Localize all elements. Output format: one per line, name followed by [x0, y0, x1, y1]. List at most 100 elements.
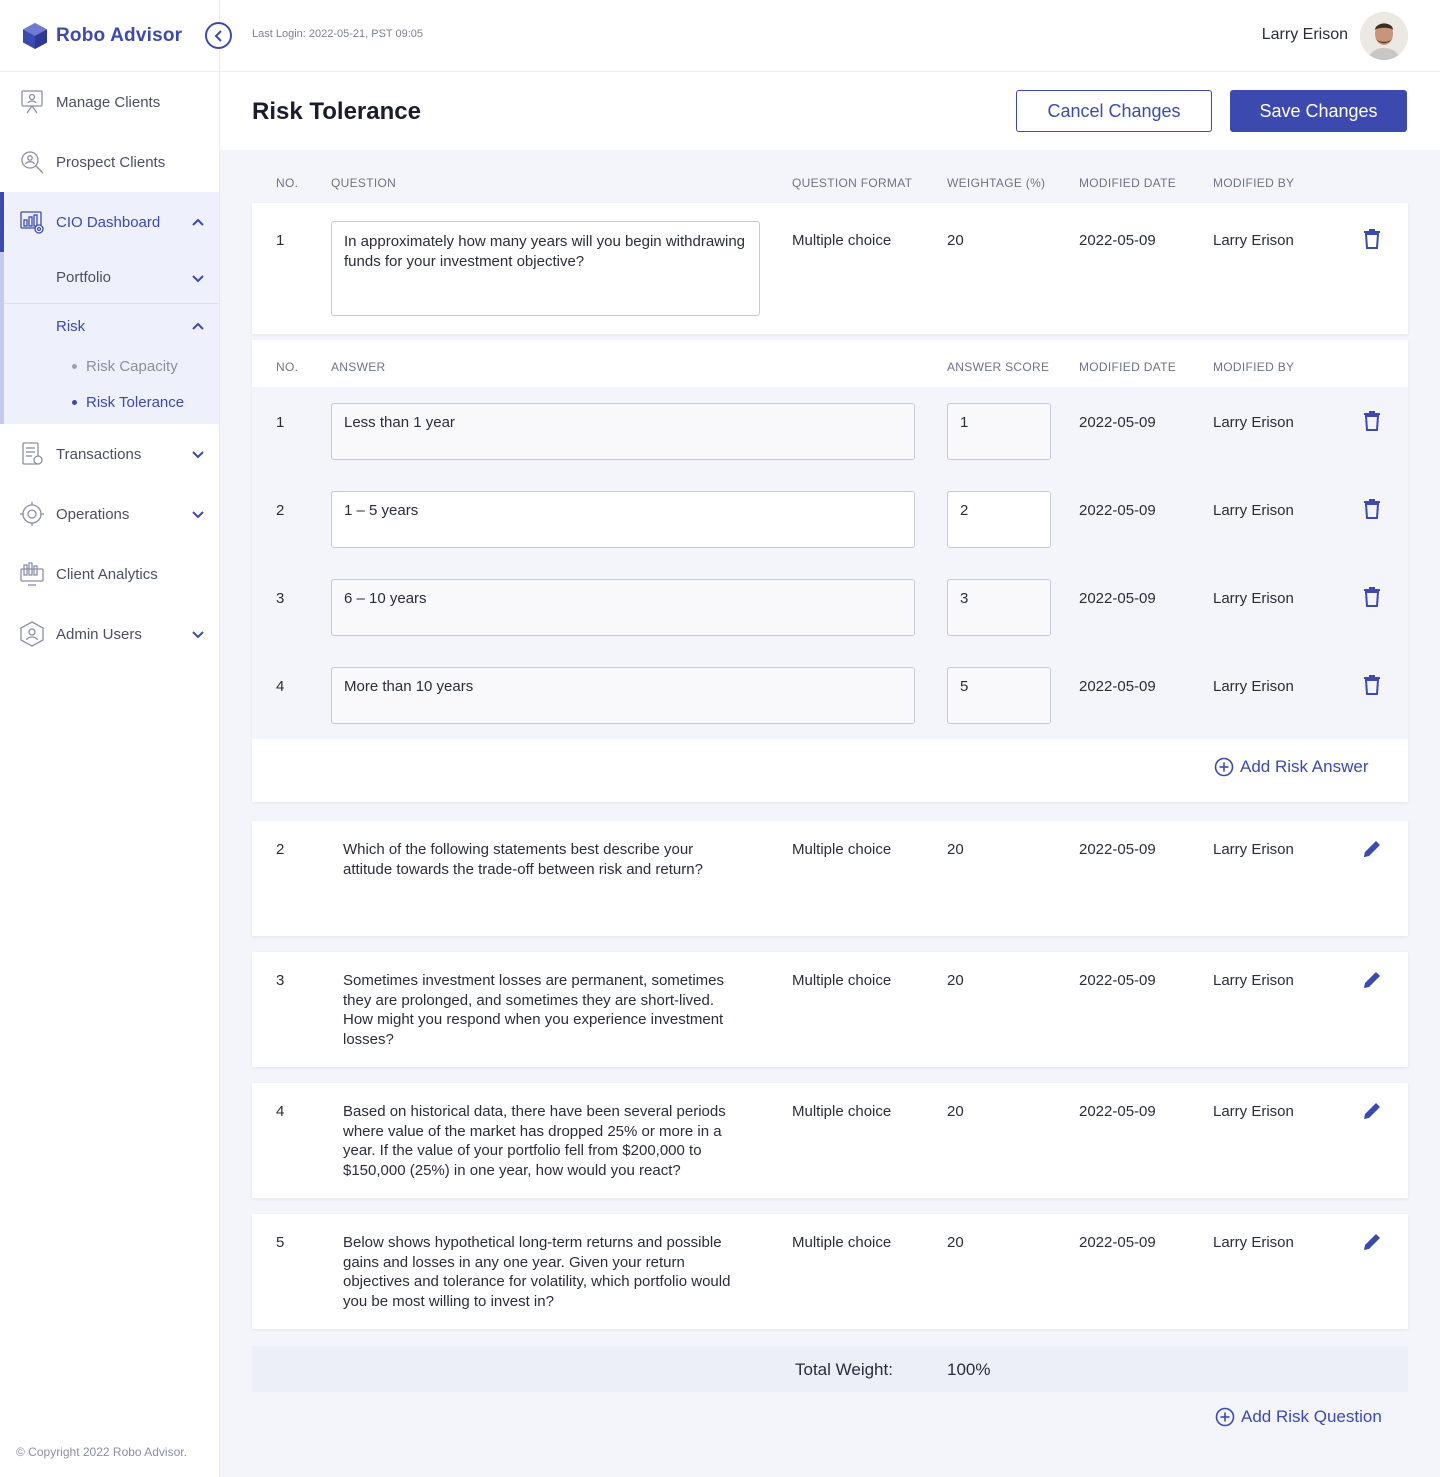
answer-number: 3 — [276, 590, 285, 607]
sidebar: Robo Advisor Manage Clients Prospect Cli… — [0, 0, 232, 1477]
question-row[interactable]: 5 Below shows hypothetical long-term ret… — [252, 1214, 1408, 1329]
chevron-up-icon — [192, 218, 204, 226]
column-header-answer: ANSWER — [331, 360, 386, 374]
sidebar-item-operations[interactable]: Operations — [0, 484, 219, 544]
column-header-modified-date: MODIFIED DATE — [1079, 176, 1177, 190]
plus-circle-icon — [1215, 1407, 1235, 1427]
answer-score-field[interactable]: 5 — [947, 667, 1051, 724]
column-header-weightage: WEIGHTAGE (%) — [947, 176, 1046, 190]
question-number: 1 — [276, 232, 285, 249]
chevron-up-icon — [192, 322, 204, 330]
sidebar-item-prospect-clients[interactable]: Prospect Clients — [0, 132, 219, 192]
sidebar-item-client-analytics[interactable]: Client Analytics — [0, 544, 219, 604]
sidebar-subitem-risk-capacity[interactable]: Risk Capacity — [4, 348, 219, 384]
sidebar-item-label: CIO Dashboard — [56, 213, 161, 231]
total-weight-bar: Total Weight: 100% — [252, 1346, 1408, 1392]
clients-icon — [18, 88, 46, 116]
answer-row: 3 6 – 10 years 3 2022-05-09 Larry Erison — [252, 563, 1408, 651]
answer-number: 2 — [276, 502, 285, 519]
cancel-changes-button[interactable]: Cancel Changes — [1016, 90, 1212, 132]
trash-icon[interactable] — [1361, 410, 1383, 432]
question-modified-by: Larry Erison — [1213, 1234, 1294, 1251]
answer-score-field[interactable]: 3 — [947, 579, 1051, 636]
answer-score-field[interactable]: 1 — [947, 403, 1051, 460]
answer-row: 4 More than 10 years 5 2022-05-09 Larry … — [252, 651, 1408, 739]
answer-modified-by: Larry Erison — [1213, 502, 1294, 519]
dashboard-icon — [18, 208, 46, 236]
trash-icon[interactable] — [1361, 586, 1383, 608]
question-modified-by: Larry Erison — [1213, 1103, 1294, 1120]
chevron-down-icon — [192, 511, 204, 519]
pencil-edit-icon[interactable] — [1361, 1231, 1383, 1253]
sidebar-subitem-risk-tolerance[interactable]: Risk Tolerance — [4, 384, 219, 424]
question-format: Multiple choice — [792, 1234, 892, 1251]
avatar[interactable] — [1360, 12, 1408, 60]
trash-icon[interactable] — [1361, 228, 1383, 250]
question-weightage: 20 — [947, 232, 964, 249]
page-title: Risk Tolerance — [252, 98, 421, 125]
answer-modified-by: Larry Erison — [1213, 678, 1294, 695]
trash-icon[interactable] — [1361, 498, 1383, 520]
answer-number: 4 — [276, 678, 285, 695]
question-number: 3 — [276, 972, 285, 989]
question-text: Based on historical data, there have bee… — [343, 1103, 726, 1179]
column-header-no: NO. — [276, 176, 299, 190]
sidebar-item-label: Prospect Clients — [56, 153, 166, 171]
sidebar-item-label: Client Analytics — [56, 565, 158, 583]
sidebar-subitem-portfolio[interactable]: Portfolio — [4, 252, 219, 304]
answer-modified-by: Larry Erison — [1213, 414, 1294, 431]
question-modified-by: Larry Erison — [1213, 972, 1294, 989]
question-row-expanded: 1 In approximately how many years will y… — [252, 203, 1408, 334]
chevron-left-icon — [214, 29, 222, 42]
sidebar-subitem-label: Portfolio — [56, 269, 112, 286]
sidebar-subitem-label: Risk Tolerance — [86, 393, 185, 411]
question-row[interactable]: 2 Which of the following statements best… — [252, 821, 1408, 936]
pencil-edit-icon[interactable] — [1361, 838, 1383, 860]
plus-circle-icon — [1214, 757, 1234, 777]
sidebar-item-admin-users[interactable]: Admin Users — [0, 604, 219, 664]
last-login: Last Login: 2022-05-21, PST 09:05 — [252, 28, 424, 40]
trash-icon[interactable] — [1361, 674, 1383, 696]
answer-text-field[interactable]: More than 10 years — [331, 667, 915, 724]
add-risk-question-label: Add Risk Question — [1241, 1407, 1382, 1426]
page-header: Risk Tolerance Cancel Changes Save Chang… — [220, 72, 1440, 150]
admin-icon — [18, 620, 46, 648]
question-row[interactable]: 4 Based on historical data, there have b… — [252, 1083, 1408, 1198]
save-changes-button[interactable]: Save Changes — [1230, 90, 1407, 132]
pencil-edit-icon[interactable] — [1361, 1100, 1383, 1122]
answer-text-field[interactable]: Less than 1 year — [331, 403, 915, 460]
answer-score-field[interactable]: 2 — [947, 491, 1051, 548]
chevron-down-icon — [192, 274, 204, 282]
collapse-sidebar-button[interactable] — [205, 22, 232, 49]
operations-icon — [18, 500, 46, 528]
column-header-modified-by: MODIFIED BY — [1213, 176, 1295, 190]
question-row[interactable]: 3 Sometimes investment losses are perman… — [252, 952, 1408, 1067]
sidebar-item-manage-clients[interactable]: Manage Clients — [0, 72, 219, 132]
sidebar-item-transactions[interactable]: Transactions — [0, 424, 219, 484]
add-risk-answer-button[interactable]: Add Risk Answer — [1214, 757, 1369, 777]
copyright: © Copyright 2022 Robo Advisor. — [16, 1445, 187, 1459]
answer-number: 1 — [276, 414, 285, 431]
question-weightage: 20 — [947, 1234, 964, 1251]
question-text: Sometimes investment losses are permanen… — [343, 972, 724, 1048]
sidebar-item-cio-dashboard[interactable]: CIO Dashboard — [0, 192, 219, 252]
user-name[interactable]: Larry Erison — [1262, 26, 1348, 44]
column-header-question: QUESTION — [331, 176, 397, 190]
sidebar-item-label: Admin Users — [56, 625, 142, 643]
question-weightage: 20 — [947, 1103, 964, 1120]
question-format: Multiple choice — [792, 972, 892, 989]
question-modified-date: 2022-05-09 — [1079, 841, 1156, 858]
top-bar: Last Login: 2022-05-21, PST 09:05 Larry … — [220, 0, 1440, 72]
sidebar-subitem-label: Risk Capacity — [86, 357, 178, 375]
answer-modified-date: 2022-05-09 — [1079, 590, 1156, 607]
answer-text-field[interactable]: 6 – 10 years — [331, 579, 915, 636]
question-number: 4 — [276, 1103, 285, 1120]
question-text-field[interactable]: In approximately how many years will you… — [331, 221, 760, 316]
question-format: Multiple choice — [792, 232, 892, 249]
sidebar-subitem-risk[interactable]: Risk — [4, 304, 219, 348]
pencil-edit-icon[interactable] — [1361, 969, 1383, 991]
question-number: 5 — [276, 1234, 285, 1251]
answer-text-field[interactable]: 1 – 5 years — [331, 491, 915, 548]
question-format: Multiple choice — [792, 1103, 892, 1120]
add-risk-question-button[interactable]: Add Risk Question — [1215, 1407, 1382, 1427]
